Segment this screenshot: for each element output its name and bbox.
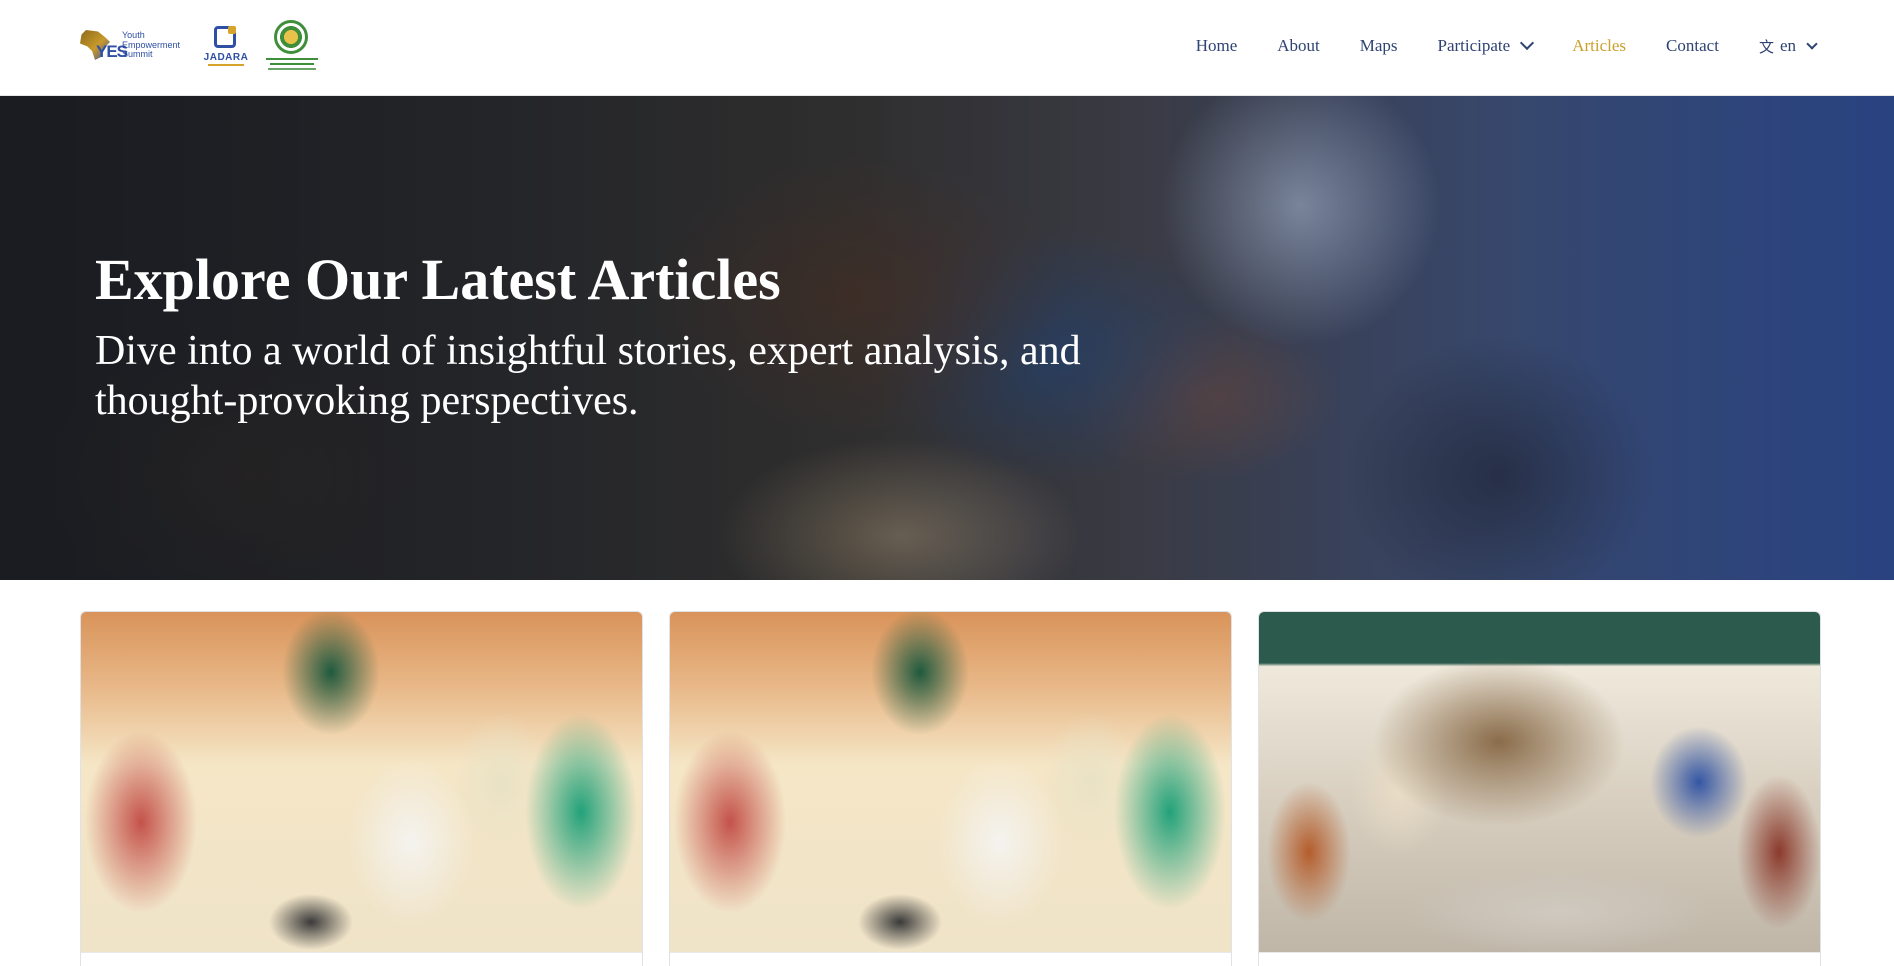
article-card-body: [81, 952, 642, 966]
jadara-underline: [208, 64, 244, 66]
language-selector[interactable]: 文 en: [1758, 36, 1818, 57]
yes-logo-text: Youth Empowerment Summit: [122, 30, 181, 59]
african-union-logo[interactable]: [264, 18, 320, 74]
article-card[interactable]: [1258, 611, 1821, 966]
page-title: Explore Our Latest Articles: [95, 247, 781, 312]
article-image[interactable]: [670, 612, 1231, 952]
jadara-mark-icon: [214, 26, 236, 48]
nav-participate-label: Participate: [1437, 36, 1511, 55]
article-image[interactable]: [1259, 612, 1820, 952]
jadara-logo-text: JADARA: [203, 52, 249, 63]
article-card-body: [670, 952, 1231, 966]
language-code: en: [1779, 36, 1796, 55]
partner-logos: YES Youth Empowerment Summit JADARA: [80, 20, 320, 72]
hero-subtitle: Dive into a world of insightful stories,…: [95, 328, 1081, 424]
article-card[interactable]: [80, 611, 643, 966]
hero-banner: Explore Our Latest Articles Dive into a …: [0, 96, 1894, 580]
jadara-logo[interactable]: JADARA: [200, 22, 252, 70]
main-navigation: Home About Maps Participate Articles Con…: [1156, 0, 1818, 92]
chevron-down-icon: [1520, 35, 1535, 51]
nav-home[interactable]: Home: [1196, 36, 1238, 56]
article-card-body: [1259, 952, 1820, 966]
article-card[interactable]: [669, 611, 1232, 966]
navbar: YES Youth Empowerment Summit JADARA Home…: [0, 0, 1894, 96]
nav-participate-dropdown[interactable]: Participate: [1437, 35, 1535, 56]
nav-maps[interactable]: Maps: [1360, 36, 1398, 56]
nav-contact[interactable]: Contact: [1666, 36, 1719, 56]
article-grid: [80, 611, 1821, 966]
translate-icon: 文: [1758, 37, 1774, 56]
yes-logo[interactable]: YES Youth Empowerment Summit: [80, 22, 188, 70]
article-image[interactable]: [81, 612, 642, 952]
chevron-down-icon: [1806, 37, 1818, 50]
nav-about[interactable]: About: [1277, 36, 1320, 56]
nav-articles[interactable]: Articles: [1572, 36, 1626, 56]
african-union-seal-icon: [274, 20, 308, 54]
